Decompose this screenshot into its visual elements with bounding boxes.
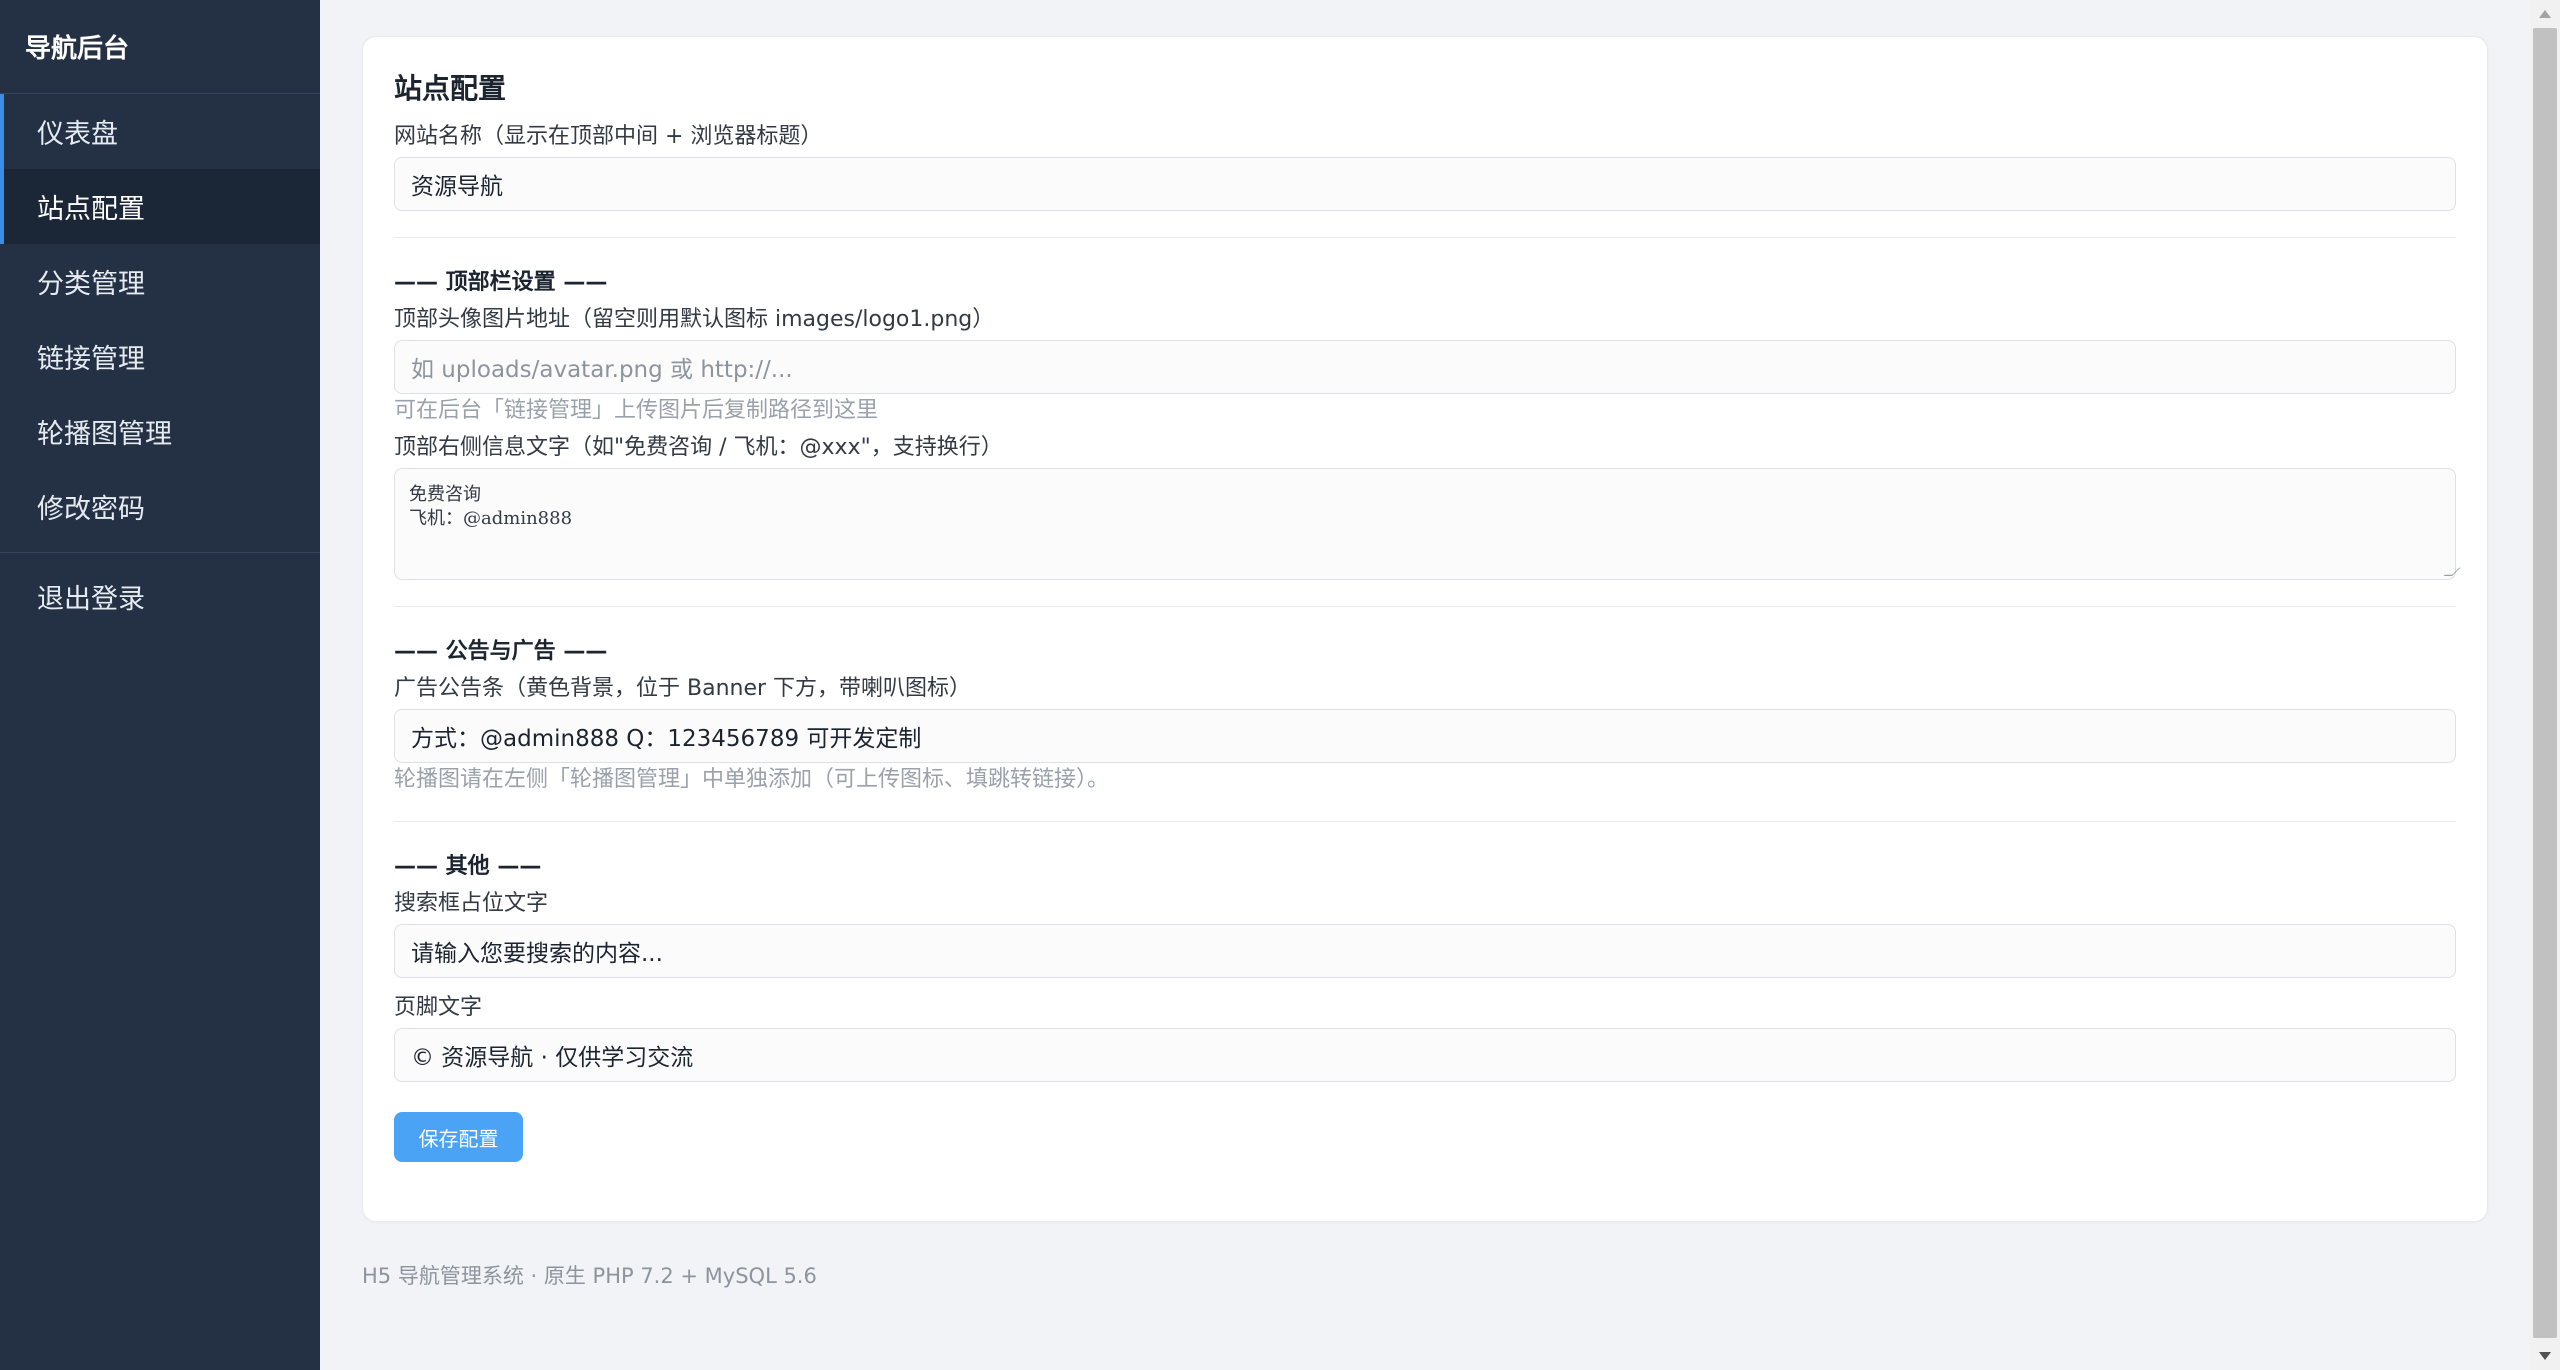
resize-handle-icon[interactable] <box>2443 567 2461 576</box>
scroll-thumb[interactable] <box>2533 28 2557 1338</box>
section-divider <box>394 237 2456 238</box>
avatar-url-input[interactable]: 如 uploads/avatar.png 或 http://... <box>394 340 2456 394</box>
sidebar-item-site-config[interactable]: 站点配置 <box>0 169 320 244</box>
carousel-hint: 轮播图请在左侧「轮播图管理」中单独添加（可上传图标、填跳转链接）。 <box>394 767 1110 792</box>
main-content: 站点配置 网站名称（显示在顶部中间 + 浏览器标题） 资源导航 —— 顶部栏设置… <box>320 0 2560 1370</box>
topbar-info-label: 顶部右侧信息文字（如"免费咨询 / 飞机：@xxx"，支持换行） <box>394 435 1003 460</box>
scroll-down-icon[interactable] <box>2539 1352 2551 1360</box>
sidebar-item-categories[interactable]: 分类管理 <box>0 244 320 319</box>
topbar-section-title: —— 顶部栏设置 —— <box>394 270 608 295</box>
sidebar: 导航后台 仪表盘 站点配置 分类管理 链接管理 轮播图管理 修改密码 退出登录 <box>0 0 320 1370</box>
search-placeholder-label: 搜索框占位文字 <box>394 891 549 916</box>
sidebar-brand: 导航后台 <box>0 0 320 94</box>
site-config-card: 站点配置 网站名称（显示在顶部中间 + 浏览器标题） 资源导航 —— 顶部栏设置… <box>362 36 2488 1222</box>
avatar-url-label: 顶部头像图片地址（留空则用默认图标 images/logo1.png） <box>394 307 995 332</box>
sidebar-item-links[interactable]: 链接管理 <box>0 319 320 394</box>
scroll-up-icon[interactable] <box>2539 10 2551 18</box>
sidebar-item-password[interactable]: 修改密码 <box>0 469 320 544</box>
app-layout: 导航后台 仪表盘 站点配置 分类管理 链接管理 轮播图管理 修改密码 退出登录 … <box>0 0 2560 1370</box>
sidebar-item-dashboard[interactable]: 仪表盘 <box>0 94 320 169</box>
sidebar-item-carousel[interactable]: 轮播图管理 <box>0 394 320 469</box>
page-title: 站点配置 <box>394 72 507 105</box>
sidebar-divider <box>0 552 320 553</box>
system-footer-note: H5 导航管理系统 · 原生 PHP 7.2 + MySQL 5.6 <box>362 1264 817 1288</box>
topbar-info-textarea[interactable]: 免费咨询 飞机：@admin888 <box>394 468 2461 580</box>
site-name-label: 网站名称（显示在顶部中间 + 浏览器标题） <box>394 124 823 149</box>
sidebar-nav: 仪表盘 站点配置 分类管理 链接管理 轮播图管理 修改密码 退出登录 <box>0 94 320 634</box>
other-section-title: —— 其他 —— <box>394 854 542 879</box>
section-divider <box>394 821 2456 822</box>
search-placeholder-input[interactable]: 请输入您要搜索的内容... <box>394 924 2456 978</box>
section-divider <box>394 606 2456 607</box>
topbar-info-line-1: 免费咨询 <box>409 484 481 505</box>
sidebar-item-logout[interactable]: 退出登录 <box>0 559 320 634</box>
notice-input[interactable]: 方式：@admin888 Q：123456789 可开发定制 <box>394 709 2456 763</box>
notice-label: 广告公告条（黄色背景，位于 Banner 下方，带喇叭图标） <box>394 676 972 701</box>
ads-section-title: —— 公告与广告 —— <box>394 639 608 664</box>
topbar-info-line-2: 飞机：@admin888 <box>409 508 573 529</box>
save-config-button[interactable]: 保存配置 <box>394 1112 523 1162</box>
footer-text-input[interactable]: © 资源导航 · 仅供学习交流 <box>394 1028 2456 1082</box>
avatar-url-hint: 可在后台「链接管理」上传图片后复制路径到这里 <box>394 398 879 423</box>
site-name-input[interactable]: 资源导航 <box>394 157 2456 211</box>
footer-text-label: 页脚文字 <box>394 995 483 1020</box>
page-scrollbar[interactable] <box>2530 0 2560 1370</box>
